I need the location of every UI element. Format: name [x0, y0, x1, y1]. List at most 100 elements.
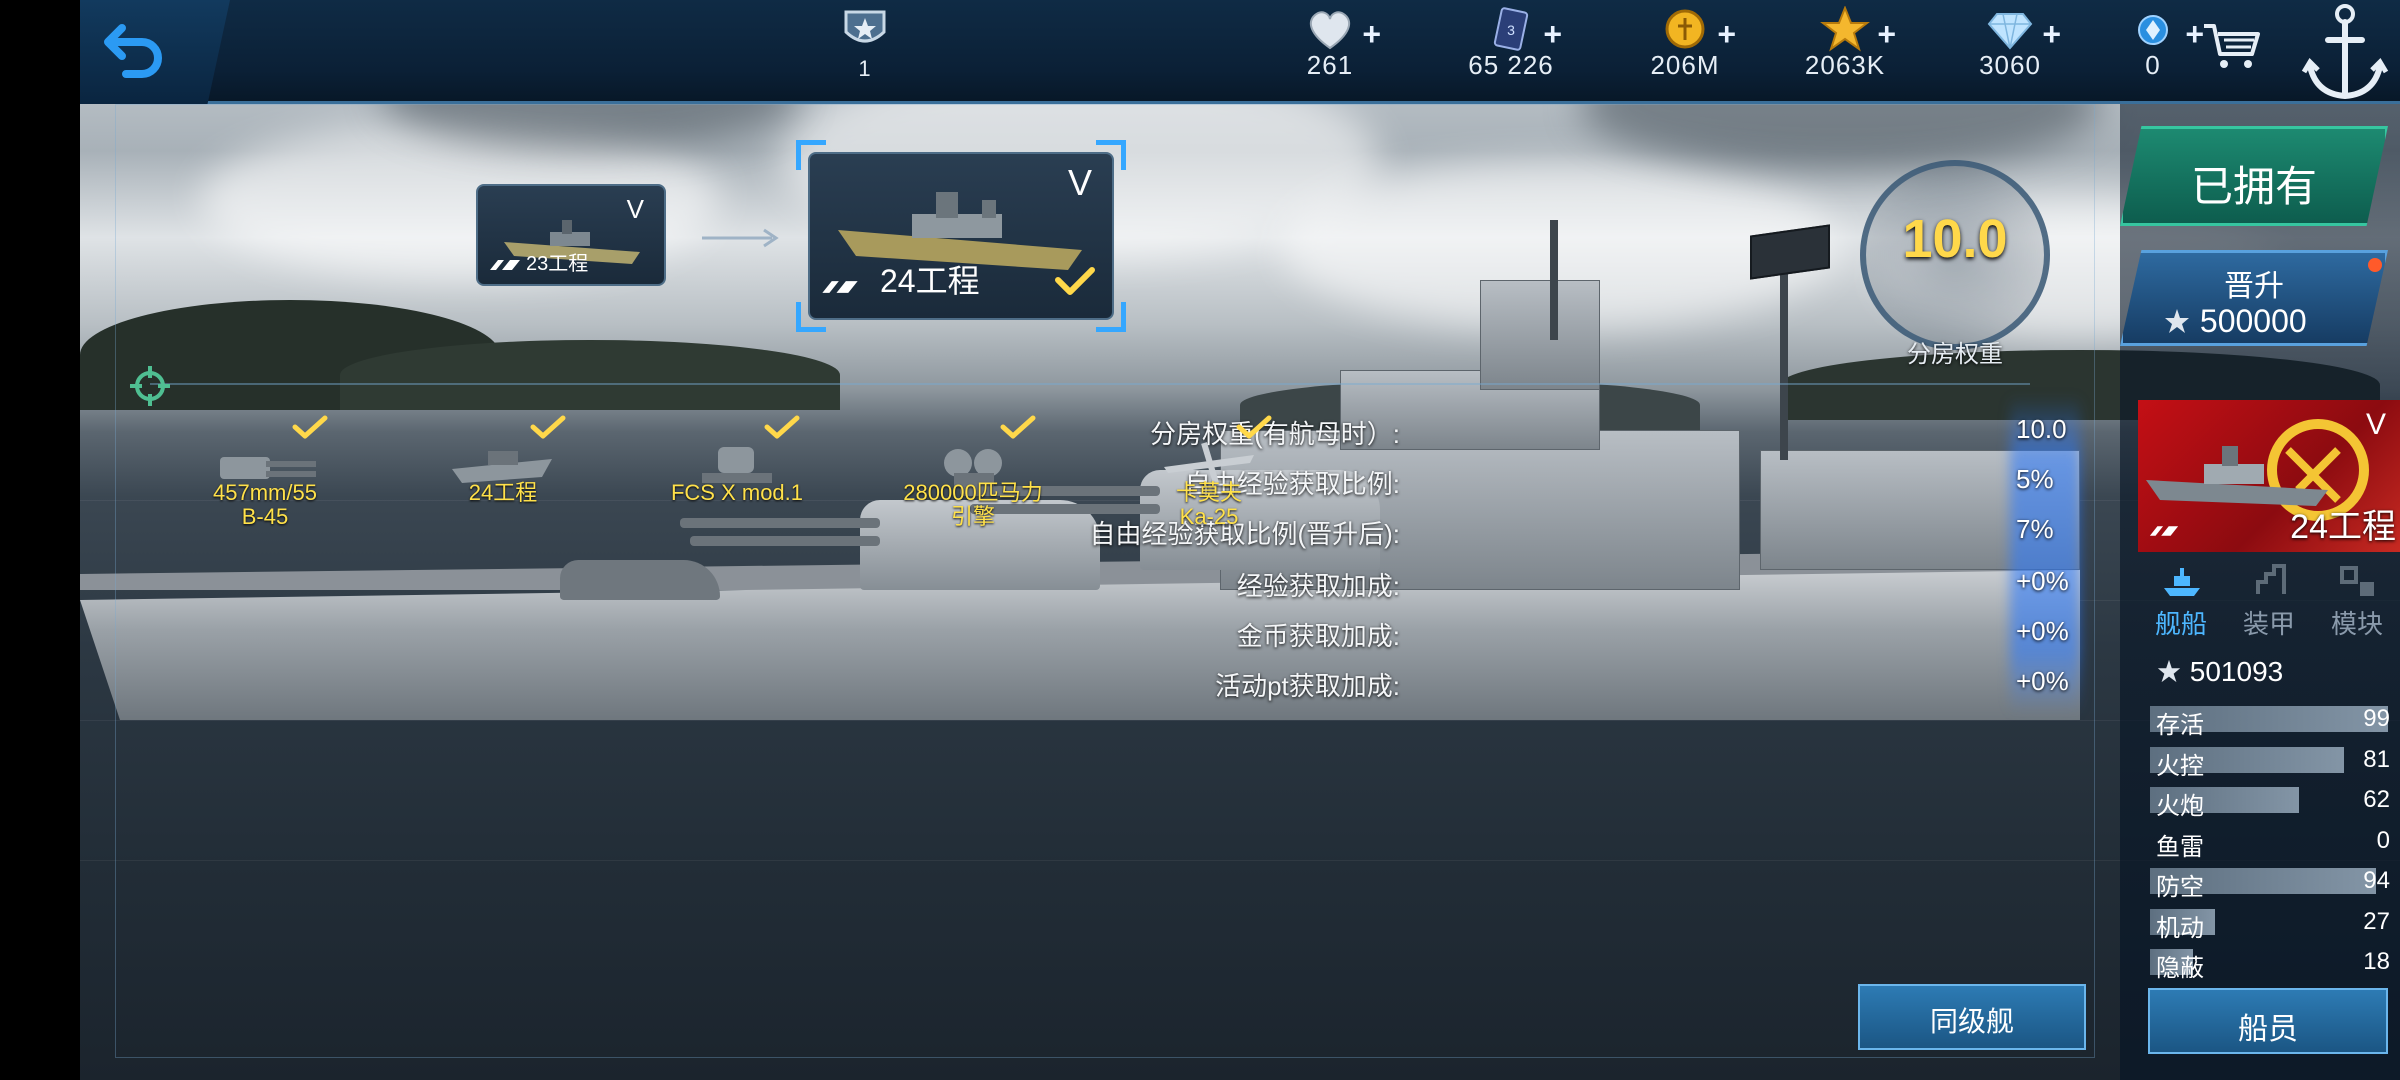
stat-label: 活动pt获取加成:	[1215, 671, 1400, 701]
previous-ship-name: 23工程	[526, 253, 589, 275]
same-tier-label: 同级舰	[1929, 1006, 2014, 1037]
tab-armor[interactable]: 装甲	[2226, 560, 2312, 640]
card-icon: 3	[1493, 7, 1529, 51]
attribute-value: 99	[2363, 705, 2390, 732]
module-label-line1: FCS X mod.1	[670, 480, 804, 505]
previous-ship-card[interactable]: V 23工程	[476, 184, 666, 286]
silver-star-icon	[2157, 659, 2181, 683]
battleship-class-icon	[822, 281, 858, 293]
tab-armor-label: 装甲	[2242, 609, 2295, 639]
svg-text:3: 3	[1507, 22, 1515, 38]
module-label: 457mm/55 B-45	[160, 481, 370, 529]
stars-value: 2063K	[1804, 50, 1886, 80]
stat-label: 经验获取加成:	[1236, 571, 1400, 601]
module-label: 24工程	[398, 481, 608, 505]
attribute-value: 27	[2363, 907, 2390, 935]
crew-label: 船员	[2238, 1013, 2298, 1046]
matchmaking-weight-badge: 10.0 分房权重	[1860, 160, 2050, 368]
attribute-label: 鱼雷	[2156, 833, 2204, 861]
back-arrow-icon[interactable]	[100, 18, 170, 82]
battleship-class-icon	[490, 260, 520, 270]
special-value: 0	[2145, 50, 2161, 80]
stat-value: 10.0	[2016, 414, 2067, 444]
gold-resource[interactable]: + 206M	[1620, 0, 1750, 104]
ship-detail-tabs: 舰船 装甲 模块	[2138, 560, 2400, 640]
owned-check-icon	[1055, 267, 1095, 295]
add-diamonds-icon[interactable]: +	[2042, 16, 2061, 53]
attribute-row: 鱼雷 0	[2150, 825, 2390, 861]
stat-value: +0%	[2016, 666, 2069, 696]
add-gold-icon[interactable]: +	[1717, 16, 1736, 53]
attribute-row: 机动 27	[2150, 906, 2390, 942]
attribute-row: 存活 99	[2150, 703, 2390, 739]
module-label-line2: 引擎	[950, 504, 995, 529]
armor-tab-icon	[2256, 564, 2286, 594]
crew-button[interactable]: 船员	[2148, 988, 2388, 1054]
hearts-resource[interactable]: + 261	[1265, 0, 1395, 104]
tab-ship-label: 舰船	[2154, 609, 2207, 639]
module-label-line2: Ka-25	[1179, 504, 1239, 529]
add-hearts-icon[interactable]: +	[1362, 16, 1381, 53]
top-resource-bar: 1 + 261 3 + 65 226 + 206M + 2063K + 3060…	[80, 0, 2400, 104]
module-label-line2: B-45	[241, 504, 289, 529]
gold-value: 206M	[1650, 50, 1720, 80]
ship-portrait-card[interactable]: V 24工程	[2138, 400, 2400, 552]
stat-value: +0%	[2016, 566, 2069, 596]
attribute-value: 62	[2363, 786, 2390, 813]
current-ship-card[interactable]: V 24工程	[808, 152, 1114, 320]
diamonds-resource[interactable]: + 3060	[1945, 0, 2075, 104]
current-ship-name: 24工程	[880, 263, 980, 299]
cards-value: 65 226	[1468, 50, 1554, 80]
module-label-line1: 卡莫夫	[1175, 480, 1242, 505]
attribute-value: 94	[2363, 867, 2390, 894]
module-label-line1: 457mm/55	[213, 480, 317, 505]
module-label: 280000匹马力 引擎	[868, 481, 1078, 529]
selection-bracket	[1096, 140, 1126, 170]
attribute-row: 隐蔽 18	[2150, 946, 2390, 982]
attribute-value: 81	[2363, 745, 2390, 773]
tab-module[interactable]: 模块	[2314, 560, 2400, 640]
stat-value: 7%	[2016, 514, 2054, 544]
diamonds-value: 3060	[1979, 50, 2041, 80]
stat-value: +0%	[2016, 616, 2069, 646]
module-label: 卡莫夫 Ka-25	[1104, 481, 1314, 529]
add-stars-icon[interactable]: +	[1877, 16, 1896, 53]
add-cards-icon[interactable]: +	[1543, 16, 1562, 53]
rank-points-value: 501093	[2189, 656, 2284, 687]
promote-cost: 500000	[2163, 303, 2307, 340]
tab-ship[interactable]: 舰船	[2138, 560, 2224, 640]
owned-button[interactable]: 已拥有	[2120, 126, 2388, 226]
silver-star-icon	[2165, 309, 2189, 333]
cards-resource[interactable]: 3 + 65 226	[1446, 0, 1576, 104]
promote-label: 晋升	[2224, 270, 2284, 303]
module-tab-icon	[2340, 566, 2374, 596]
stat-label: 金币获取加成:	[1236, 621, 1400, 651]
blue-crystal-icon	[2138, 15, 2168, 45]
portrait-tier: V	[2365, 408, 2386, 441]
upgrade-arrow-icon	[702, 228, 779, 248]
ship-tab-icon	[2164, 568, 2200, 596]
game-screen: 1 + 261 3 + 65 226 + 206M + 2063K + 3060…	[0, 0, 2400, 1080]
selection-bracket	[796, 302, 826, 332]
owned-label: 已拥有	[2190, 163, 2317, 210]
special-resource[interactable]: + 0	[2088, 0, 2218, 104]
rank-resource[interactable]: 1	[800, 0, 930, 104]
promote-button[interactable]: 晋升 500000	[2120, 250, 2388, 346]
selection-bracket	[796, 140, 826, 170]
attribute-value: 18	[2363, 948, 2390, 975]
stars-resource[interactable]: + 2063K	[1780, 0, 1910, 104]
portrait-ship-name: 24工程	[2290, 508, 2396, 546]
module-label-line1: 280000匹马力	[903, 480, 1043, 505]
module-label: FCS X mod.1	[632, 481, 842, 505]
attribute-row: 防空 94	[2150, 865, 2390, 901]
same-tier-ships-button[interactable]: 同级舰	[1858, 984, 2086, 1050]
attribute-row: 火控 81	[2150, 744, 2390, 780]
crosshair-icon[interactable]	[128, 364, 172, 408]
anchor-menu-icon[interactable]	[2290, 0, 2400, 104]
left-screen-edge	[0, 0, 80, 1080]
attribute-label: 隐蔽	[2156, 955, 2204, 982]
hearts-value: 261	[1306, 50, 1354, 80]
shop-cart-icon[interactable]	[2200, 20, 2264, 72]
stat-value: 5%	[2016, 464, 2054, 494]
tab-module-label: 模块	[2330, 609, 2383, 639]
